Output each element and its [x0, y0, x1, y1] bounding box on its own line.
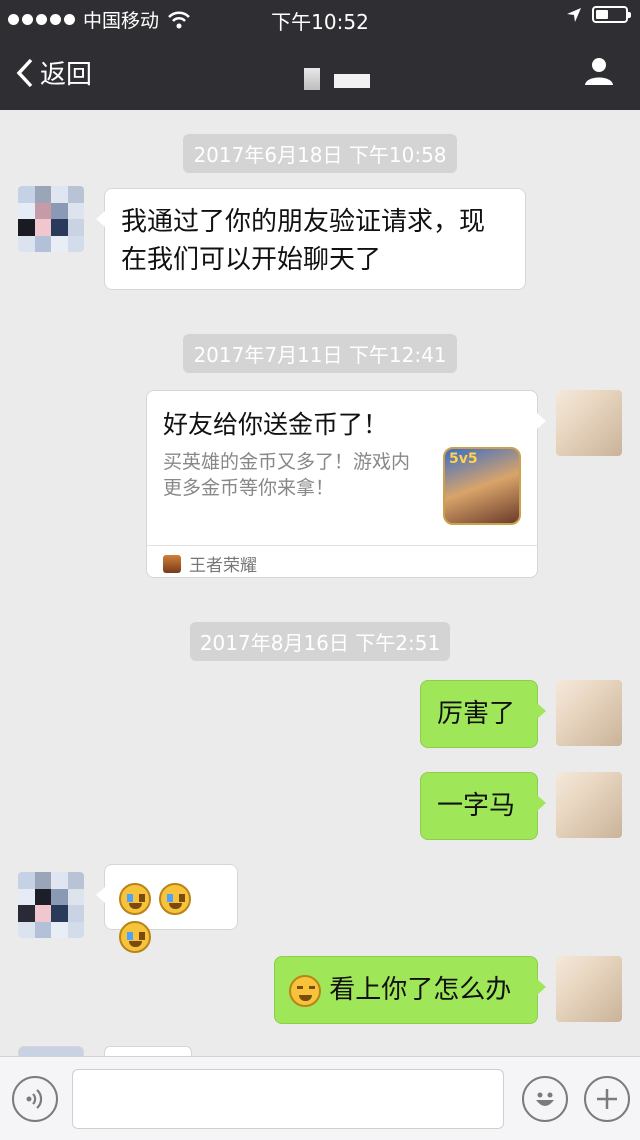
outgoing-message-bubble[interactable]: 一字马: [420, 772, 546, 840]
back-label: 返回: [40, 60, 93, 90]
emoji-button[interactable]: [522, 1076, 568, 1122]
battery-icon: [592, 6, 631, 23]
my-avatar[interactable]: [556, 390, 622, 456]
card-title: 好友给你送金币了！: [163, 410, 389, 439]
plus-icon: [597, 1089, 617, 1109]
game-thumbnail: 5v5: [443, 447, 521, 525]
contact-avatar[interactable]: [18, 186, 84, 252]
card-description: 买英雄的金币又多了！游戏内更多金币等你来拿！: [163, 451, 411, 499]
voice-input-button[interactable]: [12, 1076, 58, 1122]
chat-title-obscured: [304, 68, 370, 90]
message-text: 看上你了怎么办: [329, 975, 512, 1005]
thumbnail-badge: 5v5: [449, 451, 478, 467]
card-source-label: 王者荣耀: [189, 556, 257, 576]
nav-bar: 返回: [0, 40, 640, 108]
voice-icon: [26, 1089, 43, 1109]
input-bar: [0, 1056, 640, 1140]
status-bar: 中国移动 下午10:52: [0, 0, 640, 36]
incoming-emoji-bubble[interactable]: [96, 864, 238, 953]
top-bar: 中国移动 下午10:52 返回: [0, 0, 640, 110]
contact-avatar[interactable]: [18, 872, 84, 938]
timestamp: 2017年8月16日 下午2:51: [0, 622, 640, 661]
my-avatar[interactable]: [556, 680, 622, 746]
outgoing-message-bubble[interactable]: 厉害了: [420, 680, 546, 748]
game-gift-card[interactable]: 好友给你送金币了！ 买英雄的金币又多了！游戏内更多金币等你来拿！ 5v5 王者荣…: [146, 390, 546, 578]
timestamp: 2017年6月18日 下午10:58: [0, 134, 640, 173]
message-text: 我通过了你的朋友验证请求，现在我们可以开始聊天了: [121, 207, 486, 275]
location-arrow-icon: [567, 7, 581, 22]
timestamp: 2017年7月11日 下午12:41: [0, 334, 640, 373]
crying-laughing-emoji-icon: [119, 920, 151, 953]
message-input[interactable]: [72, 1069, 504, 1129]
outgoing-message-bubble[interactable]: 看上你了怎么办: [274, 956, 546, 1024]
contact-profile-icon[interactable]: [584, 56, 614, 86]
smug-emoji-icon: [289, 974, 321, 1007]
my-avatar[interactable]: [556, 772, 622, 838]
chevron-left-icon: [16, 58, 33, 87]
status-time: 下午10:52: [271, 10, 369, 34]
incoming-message-bubble[interactable]: 我通过了你的朋友验证请求，现在我们可以开始聊天了: [96, 188, 526, 290]
smiley-icon: [536, 1092, 554, 1106]
back-button[interactable]: 返回: [16, 54, 92, 91]
my-avatar[interactable]: [556, 956, 622, 1022]
more-options-button[interactable]: [584, 1076, 630, 1122]
crying-laughing-emoji-icon: [119, 882, 151, 915]
message-text: 厉害了: [437, 699, 516, 729]
game-app-icon: [163, 554, 181, 573]
card-source[interactable]: 王者荣耀: [163, 551, 257, 576]
crying-laughing-emoji-icon: [159, 882, 192, 915]
card-divider: [147, 545, 537, 546]
message-text: 一字马: [437, 791, 516, 821]
